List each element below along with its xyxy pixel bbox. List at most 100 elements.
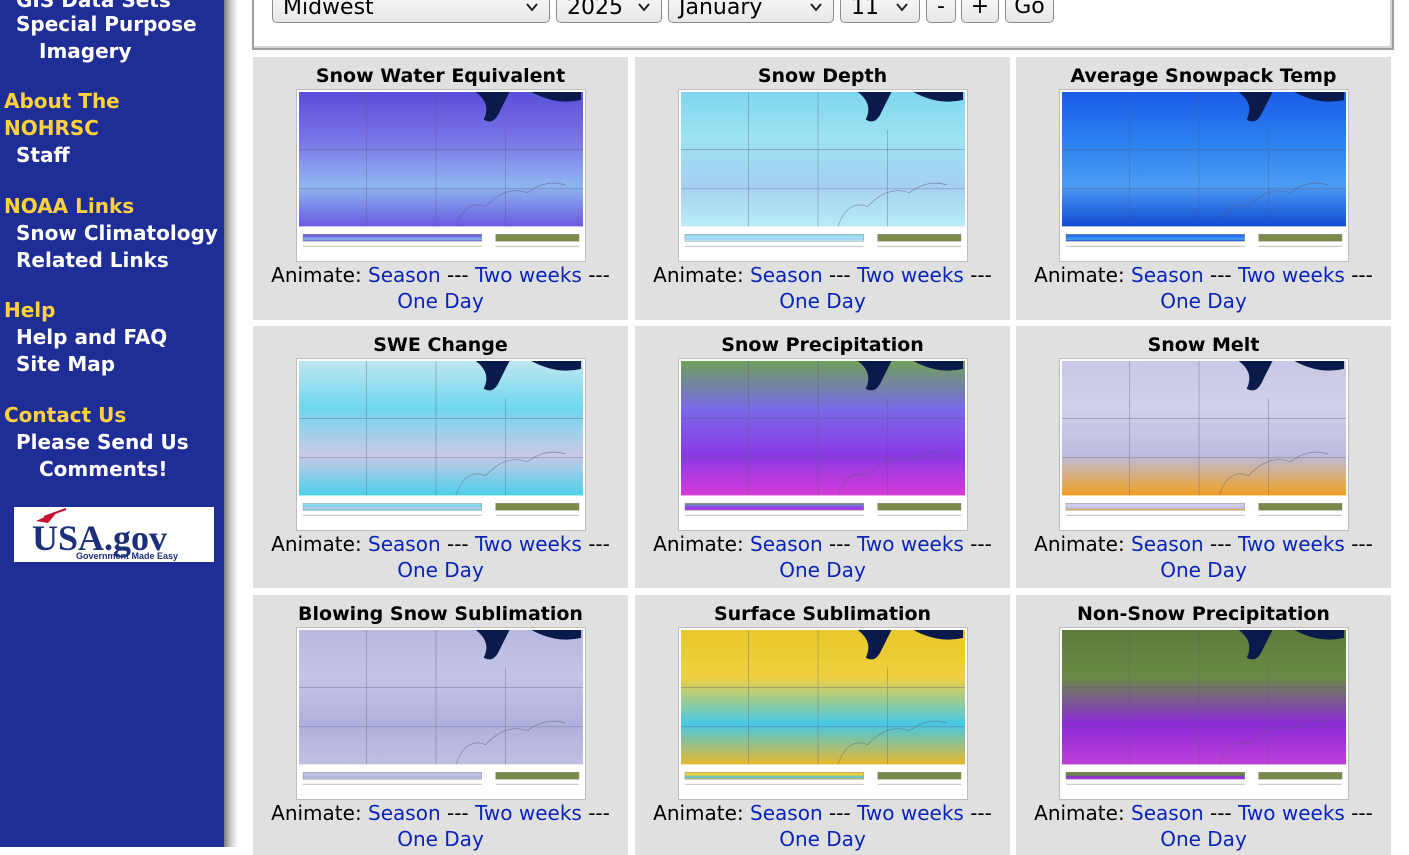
logo-tagline: Government Made Easy (76, 551, 178, 561)
day-select[interactable]: 11 (840, 0, 920, 23)
animate-label: Animate: (1034, 263, 1125, 287)
animate-season-link[interactable]: Season (368, 532, 441, 556)
nav-related-links[interactable]: Related Links (16, 247, 169, 274)
heading-contact-us: Contact Us (4, 403, 127, 427)
product-title: Snow Precipitation (721, 334, 924, 356)
go-button[interactable]: Go (1005, 0, 1054, 23)
animate-two-weeks-link[interactable]: Two weeks (475, 263, 582, 287)
animate-season-link[interactable]: Season (368, 263, 441, 287)
animate-one-day-link[interactable]: One Day (779, 827, 866, 851)
map-graphic (298, 91, 584, 247)
animate-links: Animate: Season --- Two weeks --- One Day (253, 262, 628, 314)
animate-one-day-link[interactable]: One Day (397, 827, 484, 851)
separator: --- (1351, 532, 1373, 556)
animate-season-link[interactable]: Season (1131, 263, 1204, 287)
heading-help: Help (4, 298, 56, 322)
nav-staff[interactable]: Staff (16, 142, 70, 169)
animate-label: Animate: (653, 801, 744, 825)
animate-one-day-link[interactable]: One Day (779, 289, 866, 313)
animate-two-weeks-link[interactable]: Two weeks (857, 263, 964, 287)
animate-label: Animate: (653, 532, 744, 556)
product-cell: Non-Snow Precipitation Animate: Season --… (1016, 595, 1391, 855)
product-map-image[interactable] (296, 89, 586, 262)
animate-two-weeks-link[interactable]: Two weeks (475, 532, 582, 556)
animate-two-weeks-link[interactable]: Two weeks (475, 801, 582, 825)
nav-special-purpose-label: Special Purpose (16, 12, 197, 36)
nav-snow-climatology[interactable]: Snow Climatology (16, 220, 218, 247)
nav-send-comments-label-2: Comments! (39, 457, 168, 481)
product-map-image[interactable] (296, 627, 586, 800)
map-graphic (680, 91, 966, 247)
year-select-value: 2025 (567, 0, 623, 20)
product-title: Non-Snow Precipitation (1077, 603, 1330, 625)
year-select[interactable]: 2025 (556, 0, 662, 23)
separator: --- (1210, 801, 1232, 825)
separator: --- (1210, 263, 1232, 287)
separator: --- (970, 263, 992, 287)
product-title: Snow Melt (1147, 334, 1260, 356)
separator: --- (1351, 263, 1373, 287)
animate-season-link[interactable]: Season (750, 263, 823, 287)
animate-two-weeks-link[interactable]: Two weeks (857, 801, 964, 825)
animate-two-weeks-link[interactable]: Two weeks (857, 532, 964, 556)
animate-two-weeks-link[interactable]: Two weeks (1238, 263, 1345, 287)
chevron-down-icon (638, 3, 650, 12)
product-map-image[interactable] (678, 358, 968, 531)
animate-season-link[interactable]: Season (750, 801, 823, 825)
animate-one-day-link[interactable]: One Day (1160, 289, 1247, 313)
separator: --- (829, 263, 851, 287)
product-map-image[interactable] (678, 89, 968, 262)
separator: --- (447, 801, 469, 825)
nav-send-comments[interactable]: Please Send Us Comments! (16, 429, 189, 483)
map-graphic (1061, 629, 1347, 785)
month-select[interactable]: January (668, 0, 834, 23)
nav-site-map[interactable]: Site Map (16, 351, 115, 378)
animate-season-link[interactable]: Season (750, 532, 823, 556)
previous-day-button[interactable]: - (926, 0, 956, 23)
month-select-value: January (679, 0, 763, 20)
product-title: SWE Change (373, 334, 508, 356)
animate-season-link[interactable]: Season (368, 801, 441, 825)
animate-two-weeks-link[interactable]: Two weeks (1238, 801, 1345, 825)
product-title: Blowing Snow Sublimation (298, 603, 583, 625)
product-map-image[interactable] (678, 627, 968, 800)
animate-label: Animate: (653, 263, 744, 287)
animate-season-link[interactable]: Season (1131, 532, 1204, 556)
product-map-image[interactable] (1059, 627, 1349, 800)
next-day-button[interactable]: + (961, 0, 999, 23)
product-cell: Snow Water Equivalent Animate: Season ---… (253, 57, 628, 320)
animate-one-day-link[interactable]: One Day (1160, 827, 1247, 851)
separator: --- (447, 532, 469, 556)
usa-gov-logo[interactable]: USA.gov Government Made Easy (14, 507, 214, 562)
nav-special-purpose-imagery[interactable]: Special Purpose Imagery (16, 11, 197, 65)
animate-one-day-link[interactable]: One Day (397, 558, 484, 582)
sidebar-shadow (224, 0, 238, 847)
nav-send-comments-label: Please Send Us (16, 430, 189, 454)
animate-one-day-link[interactable]: One Day (1160, 558, 1247, 582)
chevron-down-icon (526, 3, 538, 12)
separator: --- (970, 532, 992, 556)
animate-label: Animate: (1034, 801, 1125, 825)
nav-help-faq[interactable]: Help and FAQ (16, 324, 167, 351)
animate-label: Animate: (271, 263, 362, 287)
animate-season-link[interactable]: Season (1131, 801, 1204, 825)
product-cell: Snow Depth Animate: Season --- Two weeks … (635, 57, 1010, 320)
animate-one-day-link[interactable]: One Day (397, 289, 484, 313)
animate-one-day-link[interactable]: One Day (779, 558, 866, 582)
separator: --- (829, 801, 851, 825)
product-map-image[interactable] (1059, 89, 1349, 262)
separator: --- (970, 801, 992, 825)
chevron-down-icon (896, 3, 908, 12)
separator: --- (588, 801, 610, 825)
product-cell: Snow Precipitation Animate: Season --- Tw… (635, 326, 1010, 588)
heading-about-line1: About The (4, 89, 120, 113)
product-map-image[interactable] (296, 358, 586, 531)
animate-label: Animate: (1034, 532, 1125, 556)
map-graphic (680, 360, 966, 516)
animate-links: Animate: Season --- Two weeks --- One Day (253, 800, 628, 852)
region-select[interactable]: Midwest (272, 0, 550, 23)
product-cell: Snow Melt Animate: Season --- Two weeks -… (1016, 326, 1391, 588)
separator: --- (829, 532, 851, 556)
product-map-image[interactable] (1059, 358, 1349, 531)
animate-two-weeks-link[interactable]: Two weeks (1238, 532, 1345, 556)
